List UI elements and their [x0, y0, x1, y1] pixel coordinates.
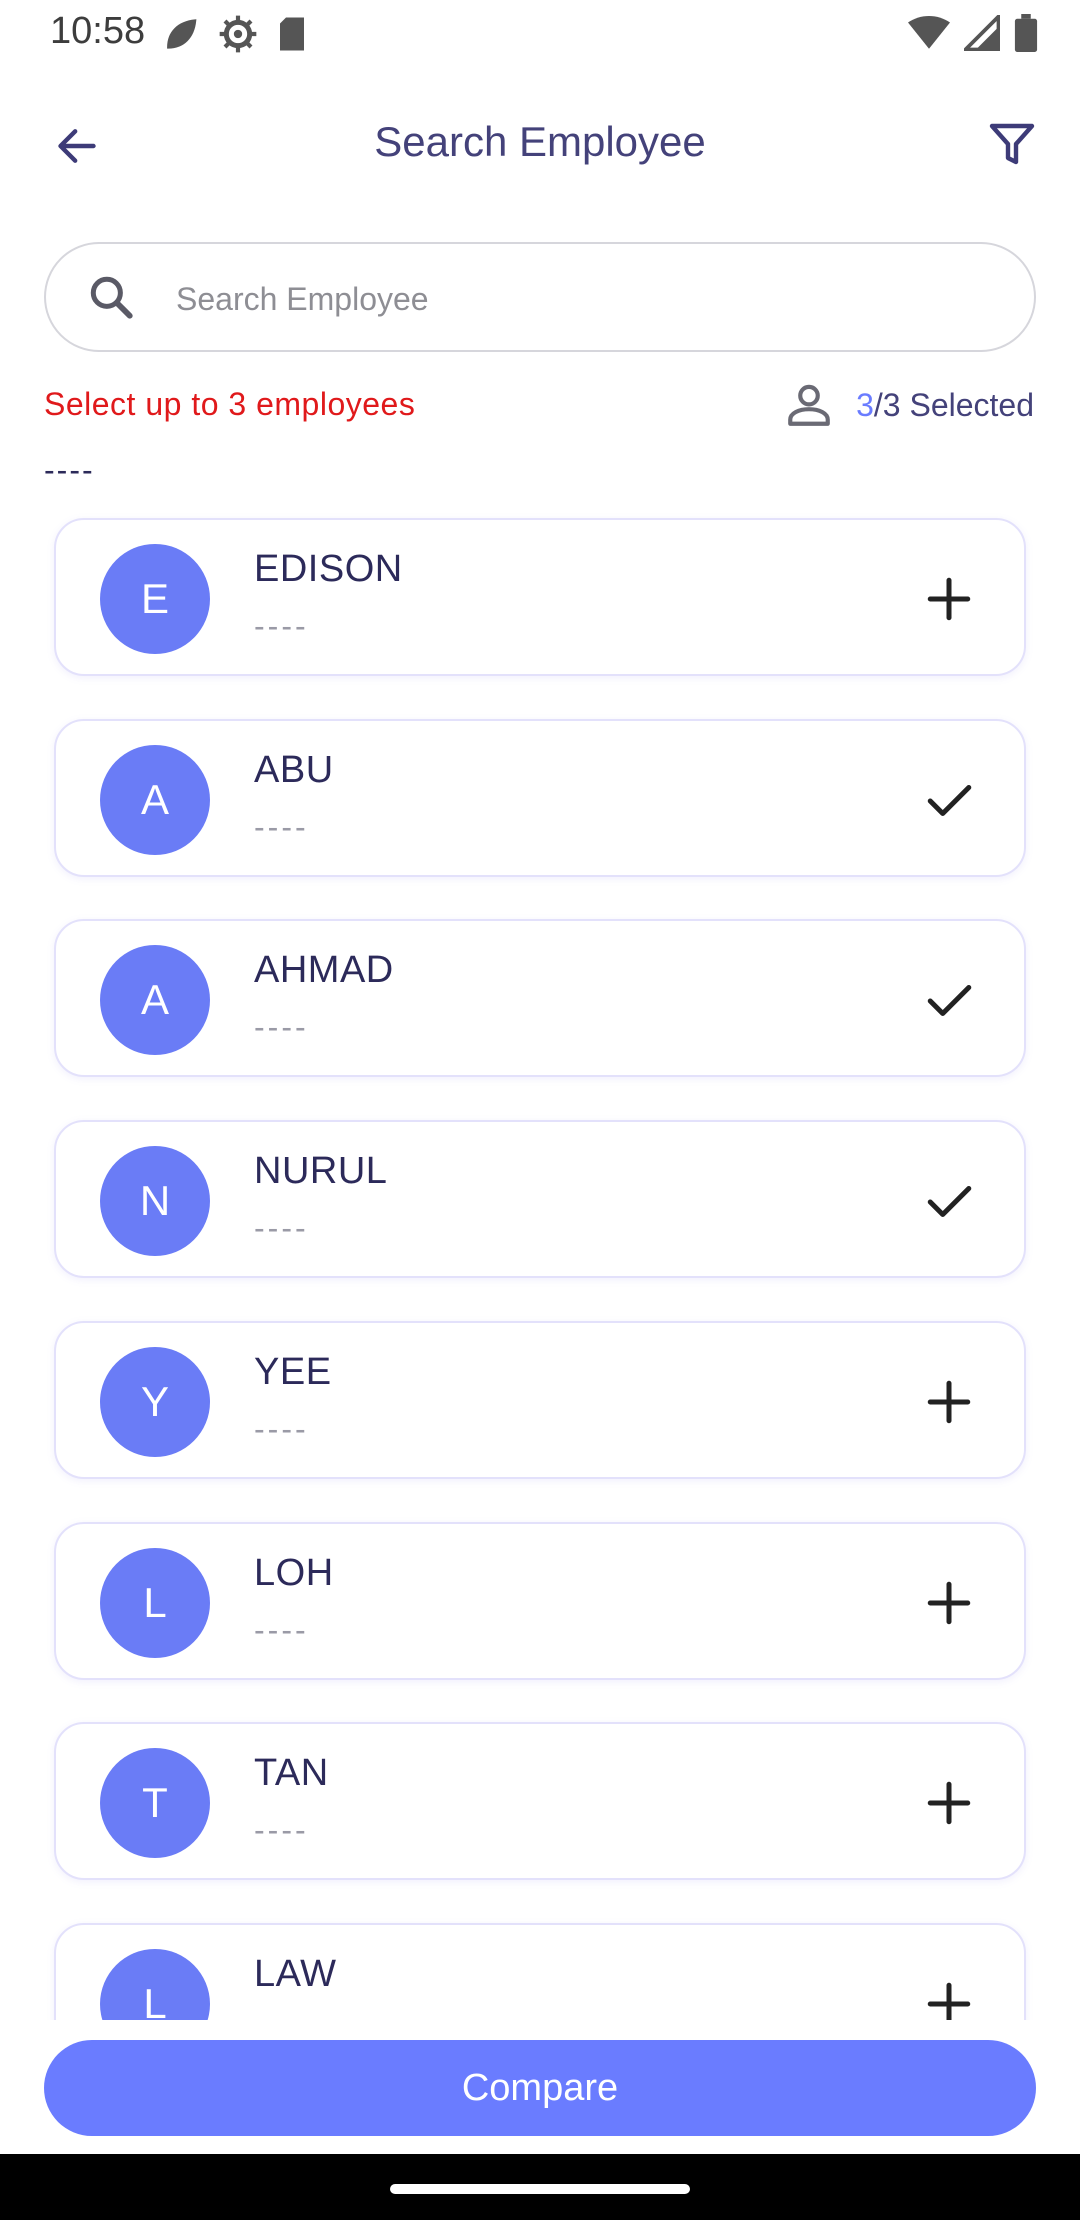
employee-name: NURUL	[254, 1150, 388, 1192]
status-icons-right	[908, 14, 1038, 52]
employee-name: TAN	[254, 1752, 329, 1794]
avatar: A	[100, 945, 210, 1055]
employee-card[interactable]: L LOH ----	[54, 1522, 1026, 1680]
employee-name: ABU	[254, 749, 334, 791]
department-placeholder: ----	[44, 452, 95, 488]
employee-card[interactable]: T TAN ----	[54, 1722, 1026, 1880]
employee-name: LOH	[254, 1552, 334, 1594]
check-icon	[927, 785, 972, 817]
add-button[interactable]	[914, 1568, 984, 1638]
search-icon	[86, 272, 136, 327]
avatar: L	[100, 1548, 210, 1658]
employee-card[interactable]: Y YEE ----	[54, 1321, 1026, 1479]
plus-icon	[927, 577, 971, 621]
avatar: L	[100, 1949, 210, 2020]
avatar: E	[100, 544, 210, 654]
status-time: 10:58	[50, 10, 146, 52]
selection-limit-text: Select up to 3 employees	[44, 386, 416, 422]
selected-toggle-button[interactable]	[914, 965, 984, 1035]
signal-icon	[964, 15, 1000, 51]
sd-card-icon	[280, 17, 304, 51]
filter-button[interactable]	[980, 112, 1044, 176]
employee-name: EDISON	[254, 548, 403, 590]
gear-icon	[219, 15, 257, 53]
avatar: T	[100, 1748, 210, 1858]
selected-total-label: /3 Selected	[873, 386, 1034, 423]
employee-subtitle: ----	[254, 809, 309, 845]
employee-card[interactable]: N NURUL ----	[54, 1120, 1026, 1278]
person-icon	[788, 384, 830, 426]
employee-subtitle: ----	[254, 2013, 309, 2020]
filter-icon	[989, 123, 1035, 165]
status-icons-left	[160, 14, 308, 54]
plus-icon	[927, 1781, 971, 1825]
page-title: Search Employee	[374, 118, 706, 165]
employee-subtitle: ----	[254, 1612, 309, 1648]
plus-icon	[927, 1982, 971, 2020]
employee-name: LAW	[254, 1953, 337, 1995]
add-button[interactable]	[914, 1367, 984, 1437]
wifi-icon	[908, 15, 950, 49]
status-bar: 10:58	[0, 0, 1080, 66]
navigation-bar	[0, 2154, 1080, 2220]
selected-toggle-button[interactable]	[914, 765, 984, 835]
employee-subtitle: ----	[254, 1009, 309, 1045]
employee-subtitle: ----	[254, 1411, 309, 1447]
app-bar: Search Employee	[0, 100, 1080, 190]
employee-card[interactable]: L LAW ----	[54, 1923, 1026, 2020]
employee-subtitle: ----	[254, 608, 309, 644]
employee-subtitle: ----	[254, 1210, 309, 1246]
selected-count: 3	[856, 386, 874, 423]
plus-icon	[927, 1581, 971, 1625]
check-icon	[927, 985, 972, 1017]
employee-name: YEE	[254, 1351, 332, 1393]
employee-list[interactable]: E EDISON ---- A ABU ---- A AHMAD ---- N …	[0, 500, 1080, 2020]
selected-toggle-button[interactable]	[914, 1166, 984, 1236]
plus-icon	[927, 1380, 971, 1424]
employee-name: AHMAD	[254, 949, 394, 991]
employee-subtitle: ----	[254, 1812, 309, 1848]
avatar: Y	[100, 1347, 210, 1457]
compare-button[interactable]: Compare	[44, 2040, 1036, 2136]
home-indicator[interactable]	[390, 2184, 690, 2194]
add-button[interactable]	[914, 1768, 984, 1838]
search-box[interactable]	[44, 242, 1036, 352]
selected-counter: 3/3 Selected	[784, 380, 1034, 430]
leaf-icon	[167, 19, 197, 49]
employee-card[interactable]: E EDISON ----	[54, 518, 1026, 676]
search-input[interactable]	[176, 274, 976, 324]
employee-card[interactable]: A AHMAD ----	[54, 919, 1026, 1077]
add-button[interactable]	[914, 1969, 984, 2020]
avatar: N	[100, 1146, 210, 1256]
employee-card[interactable]: A ABU ----	[54, 719, 1026, 877]
add-button[interactable]	[914, 564, 984, 634]
battery-icon	[1014, 14, 1038, 52]
avatar: A	[100, 745, 210, 855]
check-icon	[927, 1186, 972, 1218]
